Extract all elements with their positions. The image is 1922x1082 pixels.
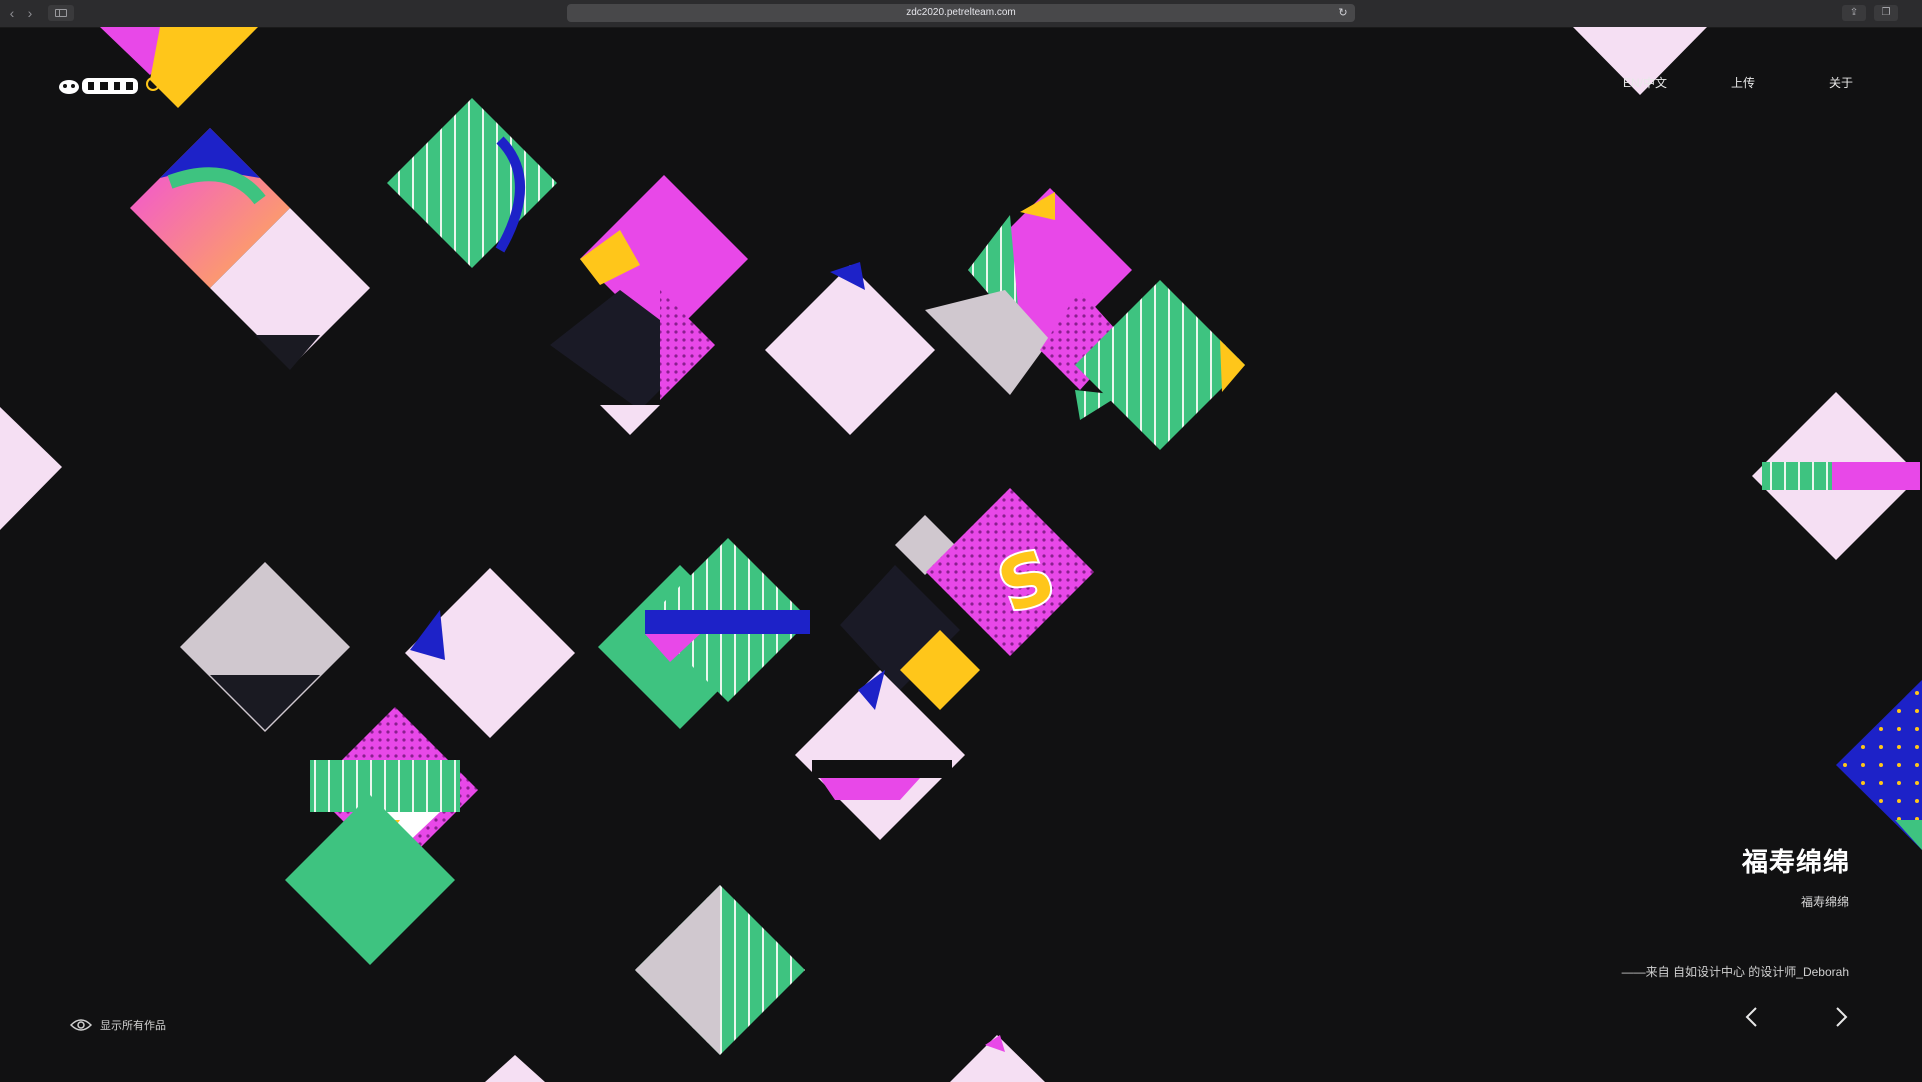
tile	[1836, 680, 1922, 850]
language-toggle[interactable]: EN/中文	[1623, 74, 1667, 91]
forward-icon[interactable]: ›	[22, 5, 38, 21]
show-all-works-toggle[interactable]: 显示所有作品	[70, 1017, 166, 1033]
artwork-subtitle: 福寿绵绵	[1800, 895, 1849, 909]
tile	[765, 262, 935, 435]
tile	[405, 568, 575, 738]
tile	[598, 538, 810, 729]
upload-link[interactable]: 上传	[1731, 74, 1755, 91]
next-arrow-icon[interactable]	[1826, 1002, 1856, 1032]
tile	[1752, 392, 1920, 560]
tile	[485, 1055, 545, 1082]
tile	[550, 175, 748, 435]
logo-icon	[59, 78, 138, 94]
url-text: zdc2020.petrelteam.com	[906, 7, 1016, 18]
reload-icon[interactable]: ↻	[1337, 7, 1349, 19]
prev-arrow-icon[interactable]	[1737, 1002, 1767, 1032]
show-all-label: 显示所有作品	[100, 1020, 166, 1032]
back-icon[interactable]: ‹	[4, 5, 20, 21]
address-bar[interactable]: zdc2020.petrelteam.com ↻	[567, 4, 1355, 22]
site-logo[interactable]	[58, 72, 160, 96]
tile	[635, 885, 805, 1055]
browser-toolbar: ‹ › zdc2020.petrelteam.com ↻ ⇪ ❐	[0, 0, 1922, 28]
tile	[950, 1035, 1045, 1082]
tile	[387, 98, 557, 268]
artwork-credit: ——来自 自如设计中心 的设计师_Deborah	[1621, 965, 1849, 979]
artwork-canvas: S	[0, 27, 1922, 1082]
tabs-icon[interactable]: ❐	[1874, 5, 1898, 21]
sidebar-icon[interactable]	[48, 5, 74, 21]
artwork-title: 福寿绵绵	[1741, 847, 1850, 877]
about-link[interactable]: 关于	[1829, 74, 1853, 91]
tile	[925, 188, 1245, 450]
tile	[180, 562, 350, 732]
tile	[130, 128, 370, 370]
logo-badge-icon	[146, 77, 160, 91]
tile	[0, 407, 62, 530]
eye-icon	[70, 1019, 92, 1031]
share-icon[interactable]: ⇪	[1842, 5, 1866, 21]
